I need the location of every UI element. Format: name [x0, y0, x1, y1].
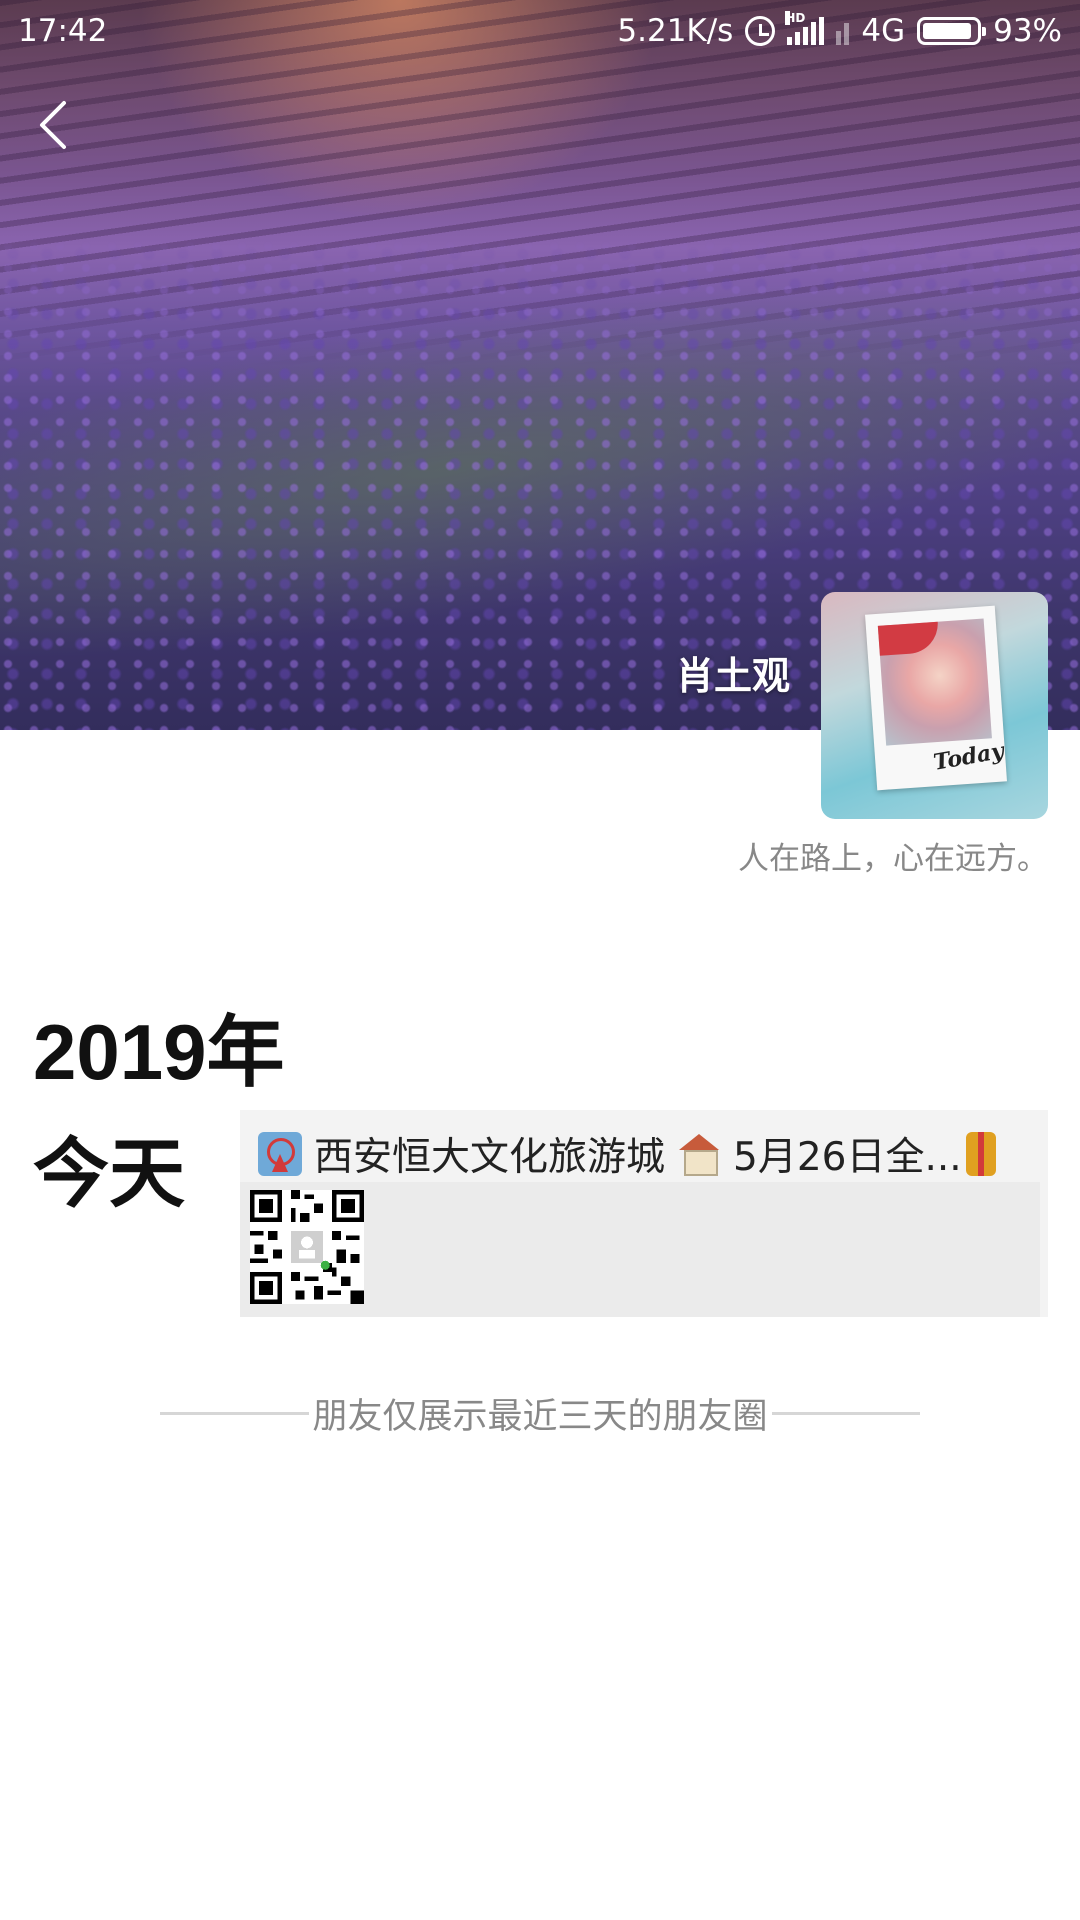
- gift-icon: [965, 1132, 996, 1176]
- divider-line-left: [160, 1412, 309, 1415]
- moments-limit-text: 朋友仅展示最近三天的朋友圈: [312, 1397, 768, 1437]
- alarm-icon: [745, 16, 776, 46]
- signal-hd-icon: HD: [785, 11, 825, 45]
- house-icon: [677, 1132, 721, 1176]
- post-day-label: 今天: [33, 1129, 185, 1218]
- avatar-polaroid: Today: [865, 605, 1007, 791]
- qr-code-graphic: [250, 1190, 364, 1304]
- moments-page: 17:42 5.21K/s HD 4G 93% 肖土观 Today 人在路上，心…: [0, 0, 1080, 1920]
- qr-code-image[interactable]: [250, 1190, 364, 1304]
- network-type: 4G: [861, 13, 906, 49]
- post-text-part-1: 西安恒大文化旅游城: [314, 1135, 666, 1180]
- post-text-part-2: 5月26日全...: [733, 1135, 962, 1180]
- profile-signature: 人在路上，心在远方。: [738, 841, 1048, 877]
- network-speed: 5.21K/s: [617, 13, 734, 49]
- moment-post[interactable]: 西安恒大文化旅游城 5月26日全...: [240, 1110, 1048, 1317]
- timeline-year: 2019年: [33, 1008, 285, 1096]
- battery-fill: [923, 23, 972, 39]
- status-bar: 17:42 5.21K/s HD 4G 93%: [0, 0, 1080, 62]
- post-media[interactable]: [240, 1182, 1040, 1317]
- battery-icon: [917, 17, 987, 45]
- divider-line-right: [771, 1412, 921, 1415]
- moments-limit-note: 朋友仅展示最近三天的朋友圈: [160, 1388, 921, 1439]
- back-button[interactable]: [30, 95, 80, 155]
- avatar-caption: Today: [931, 737, 1006, 776]
- avatar[interactable]: Today: [821, 592, 1048, 819]
- chevron-left-icon: [40, 101, 66, 149]
- signal-hd-label: HD: [785, 11, 806, 25]
- ferris-wheel-icon: [258, 1132, 302, 1176]
- battery-percent: 93%: [993, 13, 1062, 49]
- post-text[interactable]: 西安恒大文化旅游城 5月26日全...: [258, 1124, 1048, 1184]
- profile-nickname[interactable]: 肖土观: [676, 645, 790, 700]
- signal-secondary-icon: [836, 17, 850, 45]
- status-right-group: 5.21K/s HD 4G 93%: [617, 11, 1062, 49]
- status-time: 17:42: [18, 13, 108, 49]
